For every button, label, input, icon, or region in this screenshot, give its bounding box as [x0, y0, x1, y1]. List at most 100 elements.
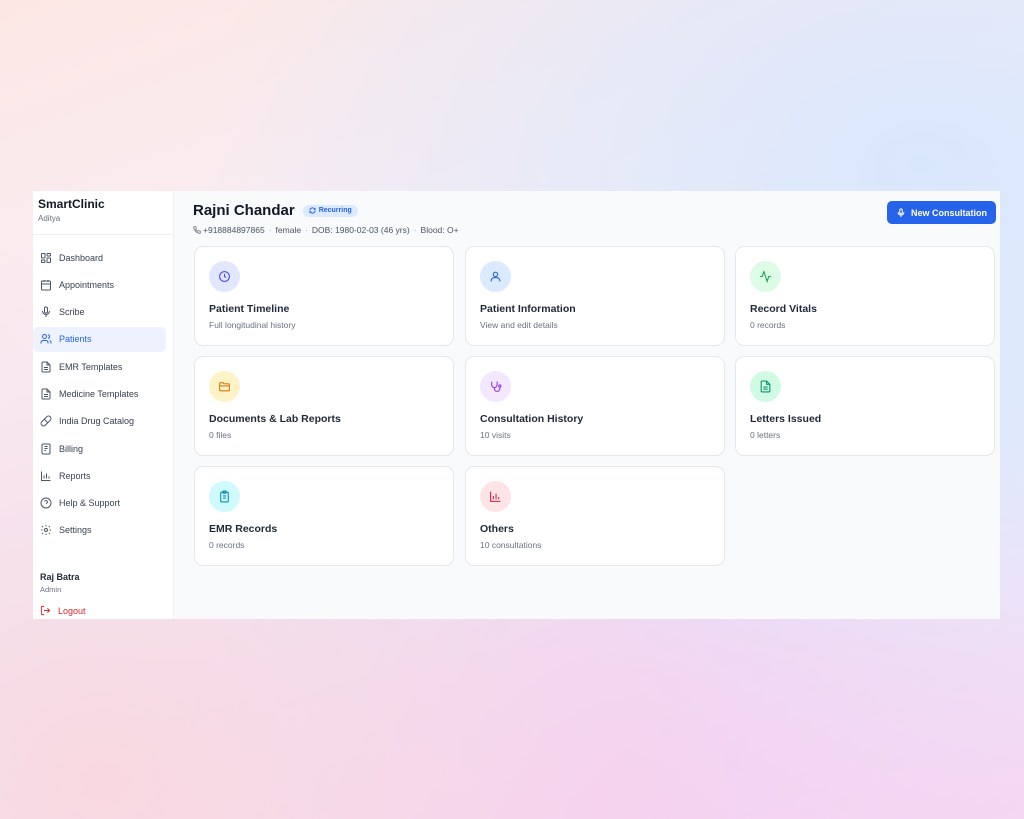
user-name: Raj Batra — [40, 572, 80, 582]
patient-name: Rajni Chandar — [193, 202, 295, 219]
card-others[interactable]: Others 10 consultations — [465, 466, 725, 566]
sidebar-item-billing[interactable]: Billing — [33, 436, 166, 461]
card-icon-circle — [480, 371, 511, 402]
card-icon-circle — [750, 371, 781, 402]
card-emr-records[interactable]: EMR Records 0 records — [194, 466, 454, 566]
gear-icon — [40, 524, 52, 536]
card-subtitle: 0 records — [750, 320, 786, 330]
sidebar-item-label: Patients — [59, 334, 92, 345]
card-title: Patient Timeline — [209, 303, 290, 315]
sidebar: SmartClinic Aditya Dashboard Appointment… — [33, 191, 174, 619]
separator: · — [268, 225, 272, 235]
card-patient-timeline[interactable]: Patient Timeline Full longitudinal histo… — [194, 246, 454, 346]
status-badge: Recurring — [302, 204, 358, 217]
sidebar-item-settings[interactable]: Settings — [33, 518, 166, 543]
sidebar-item-label: EMR Templates — [59, 361, 123, 372]
card-subtitle: 0 letters — [750, 430, 781, 440]
folder-icon — [219, 382, 230, 392]
card-title: Patient Information — [480, 303, 576, 315]
patient-meta: +918884897865 · female · DOB: 1980-02-03… — [193, 225, 459, 235]
app-window: SmartClinic Aditya Dashboard Appointment… — [33, 191, 1000, 619]
logout-icon — [40, 605, 51, 616]
clock-icon — [219, 271, 230, 282]
bar-chart-icon — [40, 470, 52, 482]
logout-button[interactable]: Logout — [40, 605, 86, 616]
sidebar-item-dashboard[interactable]: Dashboard — [33, 245, 166, 270]
card-record-vitals[interactable]: Record Vitals 0 records — [735, 246, 995, 346]
card-subtitle: 0 records — [209, 540, 245, 550]
card-title: Others — [480, 523, 514, 535]
sidebar-item-label: Help & Support — [59, 498, 121, 509]
card-documents-lab-reports[interactable]: Documents & Lab Reports 0 files — [194, 356, 454, 456]
sidebar-item-label: Scribe — [59, 307, 85, 318]
card-icon-circle — [209, 481, 240, 512]
help-circle-icon — [40, 497, 52, 509]
document-icon — [40, 388, 52, 400]
card-consultation-history[interactable]: Consultation History 10 visits — [465, 356, 725, 456]
microphone-icon — [40, 306, 52, 318]
title-row: Rajni Chandar Recurring — [193, 202, 459, 219]
bar-chart-icon — [490, 491, 501, 502]
patient-dob: DOB: 1980-02-03 (46 yrs) — [311, 225, 410, 235]
sidebar-item-label: Billing — [59, 443, 84, 454]
card-title: Record Vitals — [750, 303, 817, 315]
card-subtitle: View and edit details — [480, 320, 558, 330]
card-subtitle: Full longitudinal history — [209, 320, 296, 330]
sidebar-item-reports[interactable]: Reports — [33, 463, 166, 488]
card-patient-information[interactable]: Patient Information View and edit detail… — [465, 246, 725, 346]
sidebar-item-label: Medicine Templates — [59, 388, 139, 399]
refresh-icon — [309, 207, 316, 214]
user-icon — [490, 271, 501, 282]
activity-icon — [760, 270, 771, 283]
sidebar-item-scribe[interactable]: Scribe — [33, 300, 166, 325]
card-title: Documents & Lab Reports — [209, 413, 341, 425]
logout-label: Logout — [58, 605, 86, 616]
card-icon-circle — [750, 261, 781, 292]
main-content: Rajni Chandar Recurring +918884897865 · … — [174, 191, 1000, 619]
card-icon-circle — [209, 371, 240, 402]
dashboard-icon — [40, 252, 52, 264]
brand: SmartClinic Aditya — [33, 191, 173, 235]
sidebar-item-label: Settings — [59, 525, 92, 536]
new-consultation-button[interactable]: New Consultation — [887, 201, 996, 224]
brand-name: SmartClinic — [38, 197, 105, 211]
receipt-icon — [40, 443, 52, 455]
card-title: Letters Issued — [750, 413, 822, 425]
sidebar-item-patients[interactable]: Patients — [33, 326, 166, 352]
sidebar-item-label: Reports — [59, 470, 91, 481]
separator: · — [413, 225, 417, 235]
card-title: EMR Records — [209, 523, 278, 535]
card-subtitle: 0 files — [209, 430, 232, 440]
sidebar-item-help-support[interactable]: Help & Support — [33, 491, 166, 516]
card-subtitle: 10 consultations — [480, 540, 542, 550]
document-icon — [40, 361, 52, 373]
sidebar-item-label: India Drug Catalog — [59, 416, 135, 427]
card-icon-circle — [480, 261, 511, 292]
sidebar-item-appointments[interactable]: Appointments — [33, 272, 166, 297]
microphone-icon — [896, 207, 906, 218]
card-letters-issued[interactable]: Letters Issued 0 letters — [735, 356, 995, 456]
sidebar-item-emr-templates[interactable]: EMR Templates — [33, 354, 166, 379]
new-consultation-label: New Consultation — [911, 207, 987, 218]
separator: · — [305, 225, 308, 235]
users-icon — [40, 333, 52, 345]
patient-phone: +918884897865 — [203, 225, 265, 235]
clipboard-icon — [220, 490, 229, 503]
current-user: Raj Batra Admin — [40, 572, 80, 594]
card-subtitle: 10 visits — [480, 430, 511, 440]
patient-gender: female — [275, 225, 302, 235]
card-icon-circle — [209, 261, 240, 292]
sidebar-item-label: Appointments — [59, 279, 115, 290]
pill-icon — [40, 415, 52, 427]
sidebar-item-label: Dashboard — [59, 252, 104, 263]
card-title: Consultation History — [480, 413, 584, 425]
file-text-icon — [760, 380, 771, 393]
status-badge-label: Recurring — [318, 207, 352, 214]
brand-subtitle: Aditya — [38, 214, 61, 223]
user-role: Admin — [40, 585, 62, 594]
patient-header: Rajni Chandar Recurring +918884897865 · … — [193, 202, 459, 235]
phone-icon — [193, 226, 201, 234]
sidebar-item-medicine-templates[interactable]: Medicine Templates — [33, 381, 166, 406]
sidebar-item-india-drug-catalog[interactable]: India Drug Catalog — [33, 409, 166, 434]
sidebar-nav: Dashboard Appointments Scribe Patients E… — [33, 235, 173, 545]
